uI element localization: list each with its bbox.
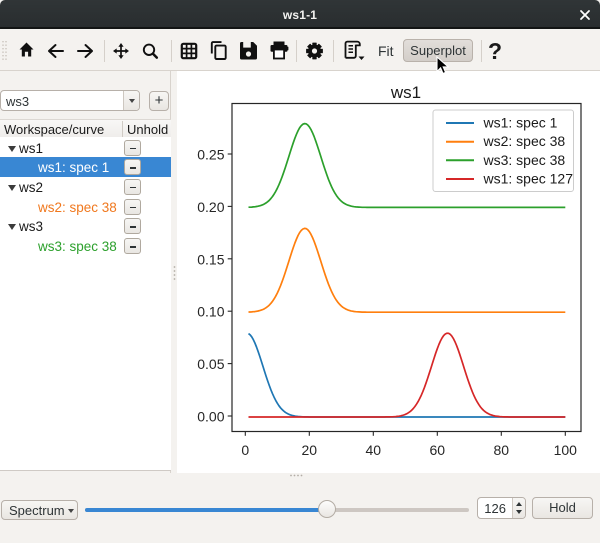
svg-text:60: 60 (430, 442, 446, 458)
svg-text:0.20: 0.20 (197, 199, 224, 215)
svg-text:0.25: 0.25 (197, 147, 224, 163)
svg-text:0.00: 0.00 (197, 409, 224, 425)
svg-text:100: 100 (554, 442, 578, 458)
svg-text:0.10: 0.10 (197, 304, 224, 320)
svg-text:40: 40 (366, 442, 382, 458)
svg-text:20: 20 (302, 442, 318, 458)
svg-text:0.15: 0.15 (197, 251, 224, 267)
svg-text:0.05: 0.05 (197, 356, 224, 372)
svg-text:0: 0 (241, 442, 249, 458)
svg-text:ws1: spec 127: ws1: spec 127 (483, 171, 574, 187)
svg-text:ws1: ws1 (390, 83, 421, 102)
svg-text:ws2: spec 38: ws2: spec 38 (483, 133, 566, 149)
svg-text:ws3: spec 38: ws3: spec 38 (483, 152, 566, 168)
svg-text:ws1: spec 1: ws1: spec 1 (483, 115, 558, 131)
svg-text:80: 80 (494, 442, 510, 458)
